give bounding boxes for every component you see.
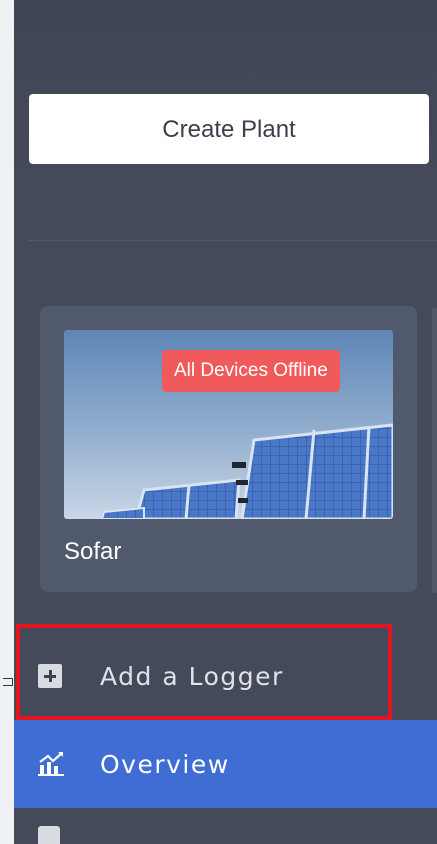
- page-edge: [0, 0, 14, 844]
- status-badge: All Devices Offline: [162, 350, 340, 392]
- sidebar-divider: [28, 240, 437, 241]
- menu-item-add-logger[interactable]: Add a Logger: [14, 632, 437, 720]
- chart-icon: [38, 752, 64, 776]
- next-card-edge: [432, 308, 437, 593]
- plant-name: Sofar: [64, 538, 122, 565]
- menu-item-label: Overview: [100, 749, 230, 779]
- create-plant-button[interactable]: Create Plant: [29, 94, 429, 164]
- menu-item-overview[interactable]: Overview: [14, 720, 437, 808]
- solar-panels-image: All Devices Offline: [64, 330, 393, 519]
- device-icon: [38, 826, 60, 844]
- menu-item-label: Add a Logger: [100, 661, 284, 691]
- plus-square-icon: [38, 664, 62, 688]
- cursor-mark: [3, 678, 13, 686]
- app-frame: Create Plant All Devices Offline Sofar A…: [0, 0, 437, 844]
- plant-card[interactable]: All Devices Offline Sofar: [40, 306, 417, 592]
